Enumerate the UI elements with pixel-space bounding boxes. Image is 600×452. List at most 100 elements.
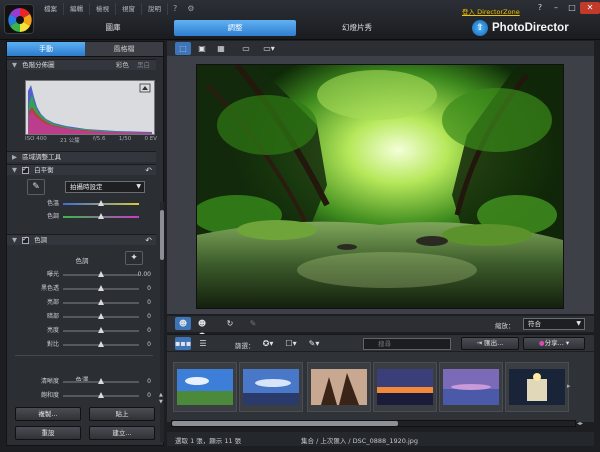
reset-arrow-icon[interactable]: ↶ [145, 165, 152, 176]
tab-presets[interactable]: 風格檔 [85, 42, 163, 56]
share-button[interactable]: ●分享... ▾ [523, 337, 585, 350]
menu-edit[interactable]: 編輯 [64, 3, 90, 15]
slider-clarity[interactable]: 清晰度 0 [19, 377, 151, 387]
thumbnail[interactable] [505, 362, 569, 412]
create-preset-button[interactable]: 建立... [89, 426, 155, 440]
slider-saturation[interactable]: 飽和度 0 [19, 391, 151, 401]
thumbnail[interactable] [373, 362, 437, 412]
menu-window[interactable]: 視窗 [116, 3, 142, 15]
slider-track[interactable] [63, 271, 139, 277]
filmstrip-view-icon[interactable]: ▪▪▪ [175, 337, 191, 350]
slider-knob[interactable] [98, 313, 104, 319]
tab-adjustment[interactable]: 調整 [174, 20, 296, 36]
close-button[interactable]: ✕ [580, 2, 600, 14]
copy-button[interactable]: 複製... [15, 407, 81, 421]
color-label-filter-icon[interactable]: ✎▾ [304, 337, 324, 350]
slider-track[interactable] [63, 299, 139, 305]
minimize-button[interactable]: – [548, 2, 564, 14]
scroll-up-icon[interactable]: ▲ [159, 392, 163, 398]
slider-track[interactable] [63, 341, 139, 347]
menu-help[interactable]: 說明 [142, 3, 168, 15]
white-balance-select[interactable]: 拍攝時設定 ▼ [65, 181, 145, 193]
zoom-select[interactable]: 符合 ▼ [523, 318, 585, 330]
compare-view-icon[interactable]: ▣ [194, 42, 210, 55]
slider-knob[interactable] [98, 299, 104, 305]
gear-icon[interactable]: ⚙ [182, 3, 199, 15]
slider-track[interactable] [63, 285, 139, 291]
maximize-button[interactable]: □ [564, 2, 580, 14]
slider-knob[interactable] [98, 341, 104, 347]
people-icon[interactable]: ☻☻ [194, 317, 210, 341]
eyedropper-button[interactable]: ✎ [27, 179, 45, 195]
menu-file[interactable]: 檔案 [38, 3, 64, 15]
white-balance-checkbox[interactable] [22, 164, 30, 175]
reset-button[interactable]: 重設 [15, 426, 81, 440]
rating-filter-icon[interactable]: ✪▾ [258, 337, 278, 350]
white-balance-header[interactable]: ▼ 白平衡 ↶ [7, 164, 156, 175]
question-icon[interactable]: ? [168, 3, 182, 15]
slider-track[interactable] [63, 213, 139, 219]
thumbnail-night-building [509, 369, 565, 405]
slider-track[interactable] [63, 327, 139, 333]
slider-track[interactable] [63, 392, 139, 398]
thumbnail[interactable] [239, 362, 303, 412]
tab-manual[interactable]: 手動 [7, 42, 85, 56]
slider-knob[interactable] [98, 378, 104, 384]
display-options-icon[interactable]: ▭▾ [259, 42, 279, 55]
slider-track[interactable] [63, 313, 139, 319]
slider-knob[interactable] [98, 271, 104, 277]
dual-monitor-icon[interactable]: ▭ [238, 42, 254, 55]
slider-blacks[interactable]: 黑色透 0 [19, 284, 151, 294]
menu-view[interactable]: 檢視 [90, 3, 116, 15]
slider-knob[interactable] [98, 200, 104, 206]
tab-library[interactable]: 圖庫 [52, 20, 174, 36]
scroll-right-icon[interactable]: ▸ [567, 382, 571, 390]
chevron-down-icon: ▼ [136, 183, 141, 190]
slider-shadows[interactable]: 暗部 0 [19, 312, 151, 322]
slider-brightness[interactable]: 亮度 0 [19, 326, 151, 336]
export-label: 匯出... [484, 339, 504, 347]
histogram-bw-mode[interactable]: 黑白 [137, 61, 150, 69]
slider-knob[interactable] [98, 327, 104, 333]
targeted-adjust-button[interactable]: ✦ [125, 251, 143, 265]
slider-track[interactable] [63, 200, 139, 206]
slider-contrast[interactable]: 對比 0 [19, 340, 151, 350]
help-button[interactable]: ? [532, 2, 548, 14]
slider-exposure[interactable]: 曝光 0.00 [19, 270, 151, 280]
slider-knob[interactable] [98, 213, 104, 219]
slider-label: 對比 [46, 341, 59, 348]
slider-knob[interactable] [98, 392, 104, 398]
regional-tools-header[interactable]: ▶ 區域調整工具 [7, 151, 156, 162]
scroll-down-icon[interactable]: ▼ [159, 399, 163, 405]
paste-button[interactable]: 貼上 [89, 407, 155, 421]
histogram-color-mode[interactable]: 彩色 [116, 61, 129, 69]
grid-view-icon[interactable]: ▦ [213, 42, 229, 55]
main-photo[interactable] [196, 64, 564, 309]
directorzone-signin-link[interactable]: 登入 DirectorZone [462, 6, 520, 16]
thumbnail[interactable] [173, 362, 237, 412]
tone-checkbox[interactable] [22, 234, 30, 245]
search-input[interactable] [363, 338, 451, 350]
filmstrip-scrollbar-thumb[interactable] [172, 421, 398, 426]
single-view-icon[interactable]: ⬚ [175, 42, 191, 55]
rotate-icon[interactable]: ↻ [222, 317, 238, 330]
histogram-header[interactable]: ▼ 色階分佈圖 彩色 黑白 [7, 59, 156, 70]
panel-scrollbar-thumb[interactable] [160, 210, 164, 260]
reset-arrow-icon[interactable]: ↶ [145, 235, 152, 246]
tone-header[interactable]: ▼ 色調 ↶ [7, 234, 156, 245]
slider-tint[interactable]: 色調 [19, 212, 151, 222]
flag-filter-icon[interactable]: ☐▾ [281, 337, 301, 350]
slider-highlights[interactable]: 亮部 0 [19, 298, 151, 308]
slider-temperature[interactable]: 色溫 [19, 199, 151, 209]
scroll-left-right-icon[interactable]: ◂▸ [577, 420, 583, 427]
thumbnail[interactable] [307, 362, 371, 412]
slider-knob[interactable] [98, 285, 104, 291]
export-button[interactable]: ⇥ 匯出... [461, 337, 519, 350]
slider-track[interactable] [63, 378, 139, 384]
browser-toolbar: ▪▪▪ ☰ 篩選： ✪▾ ☐▾ ✎▾ ⚲ ⇥ 匯出... ●分享... ▾ [167, 334, 594, 351]
thumbnail[interactable] [439, 362, 503, 412]
list-view-icon[interactable]: ☰ [195, 337, 211, 350]
chevron-down-icon: ▼ [576, 320, 581, 327]
face-tag-icon[interactable]: ☻ [175, 317, 191, 330]
tab-slideshow[interactable]: 幻燈片秀 [296, 20, 418, 36]
